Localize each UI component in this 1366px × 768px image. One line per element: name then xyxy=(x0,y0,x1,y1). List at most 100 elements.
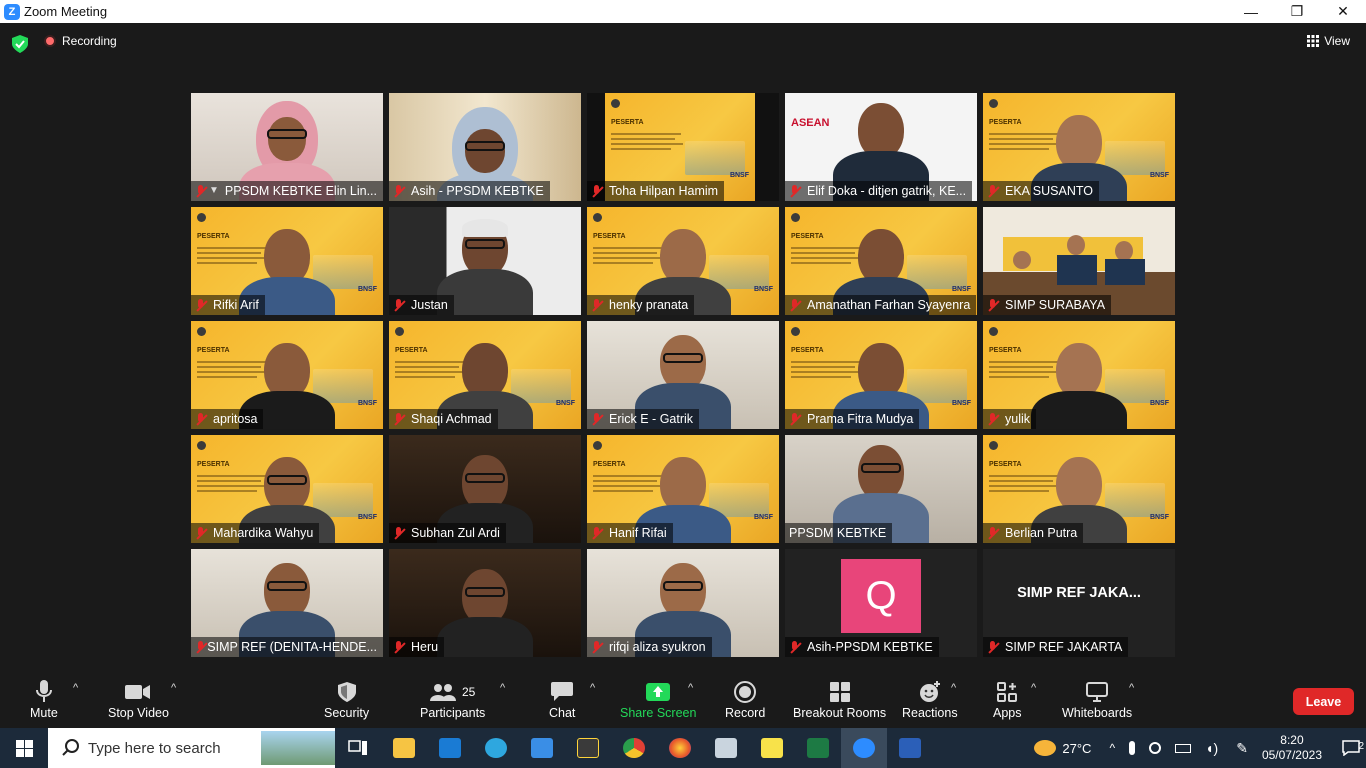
participant-tile[interactable]: PESERTA BNSF Rifki Arif xyxy=(191,207,383,315)
participant-tile[interactable]: PESERTA BNSF Shaqi Achmad xyxy=(389,321,581,429)
windows-taskbar: Type here to search 27°C ^ ◖) ✎ 8:20 05/… xyxy=(0,728,1366,768)
participant-tile[interactable]: PESERTA BNSF yulik xyxy=(983,321,1175,429)
minimize-button[interactable]: — xyxy=(1228,0,1274,23)
banner-sponsor: BNSF xyxy=(951,286,971,293)
participant-tile[interactable]: ASEAN Elif Doka - ditjen gatrik, KE... xyxy=(785,93,977,201)
stop-video-button[interactable]: Stop Video xyxy=(108,678,169,720)
participant-tile[interactable]: PESERTA BNSF Prama Fitra Mudya xyxy=(785,321,977,429)
reactions-options-caret[interactable]: ^ xyxy=(951,682,956,694)
chat-options-caret[interactable]: ^ xyxy=(590,682,595,694)
participant-name-tag: Berlian Putra xyxy=(983,523,1084,543)
participant-tile[interactable]: Q Asih-PPSDM KEBTKE xyxy=(785,549,977,657)
participant-tile[interactable]: rifqi aliza syukron xyxy=(587,549,779,657)
audio-options-caret[interactable]: ^ xyxy=(73,682,78,694)
mail-icon xyxy=(439,738,461,758)
participant-tile[interactable]: Asih - PPSDM KEBTKE xyxy=(389,93,581,201)
taskbar-search-box[interactable]: Type here to search xyxy=(48,728,335,768)
taskbar-excel[interactable] xyxy=(795,728,841,768)
tray-volume-icon[interactable]: ◖) xyxy=(1205,740,1218,756)
tray-overflow-chevron-icon[interactable]: ^ xyxy=(1109,741,1115,755)
leave-button[interactable]: Leave xyxy=(1293,688,1354,715)
participant-tile[interactable]: PESERTA BNSF EKA SUSANTO xyxy=(983,93,1175,201)
tray-pen-icon[interactable]: ✎ xyxy=(1236,740,1248,757)
video-options-caret[interactable]: ^ xyxy=(171,682,176,694)
muted-microphone-icon xyxy=(591,184,603,198)
participant-name: henky pranata xyxy=(609,298,689,312)
taskbar-edge[interactable] xyxy=(473,728,519,768)
participant-tile[interactable]: ▼ PPSDM KEBTKE Elin Lin... xyxy=(191,93,383,201)
tray-clock[interactable]: 8:20 05/07/2023 xyxy=(1262,733,1322,763)
participant-tile[interactable]: PESERTA BNSF Amanathan Farhan Syayenra xyxy=(785,207,977,315)
taskbar-app-dark[interactable] xyxy=(565,728,611,768)
excel-icon xyxy=(807,738,829,758)
participant-avatar: Q xyxy=(841,559,921,633)
participant-tile[interactable]: PPSDM KEBTKE xyxy=(785,435,977,543)
muted-microphone-icon xyxy=(195,640,204,654)
institution-logo-icon xyxy=(395,327,404,336)
taskbar-app-printer[interactable] xyxy=(703,728,749,768)
apps-options-caret[interactable]: ^ xyxy=(1031,682,1036,694)
weather-temperature[interactable]: 27°C xyxy=(1062,741,1091,756)
participants-button[interactable]: 25 Participants xyxy=(420,678,485,720)
recording-indicator[interactable]: Recording xyxy=(44,34,117,48)
participant-tile[interactable]: Erick E - Gatrik xyxy=(587,321,779,429)
taskbar-chrome[interactable] xyxy=(611,728,657,768)
banner-sponsor: BNSF xyxy=(729,172,749,179)
institution-logo-icon xyxy=(197,327,206,336)
participant-tile[interactable]: PESERTA BNSF Berlian Putra xyxy=(983,435,1175,543)
record-button[interactable]: Record xyxy=(725,678,765,720)
tray-location-icon[interactable] xyxy=(1149,742,1162,754)
encryption-shield-icon[interactable] xyxy=(12,35,28,53)
system-tray: 27°C ^ ◖) ✎ 8:20 05/07/2023 2 xyxy=(1034,728,1366,768)
mute-button[interactable]: Mute xyxy=(30,678,58,720)
close-button[interactable]: ✕ xyxy=(1320,0,1366,23)
participant-name-tag: Shaqi Achmad xyxy=(389,409,498,429)
share-options-caret[interactable]: ^ xyxy=(688,682,693,694)
banner-sponsor: BNSF xyxy=(1149,514,1169,521)
whiteboards-options-caret[interactable]: ^ xyxy=(1129,682,1134,694)
participant-tile[interactable]: PESERTA BNSF Hanif Rifai xyxy=(587,435,779,543)
start-button[interactable] xyxy=(0,728,48,768)
participant-name: Toha Hilpan Hamim xyxy=(609,184,719,198)
view-button[interactable]: View xyxy=(1307,34,1350,48)
participants-options-caret[interactable]: ^ xyxy=(500,682,505,694)
institution-logo-icon xyxy=(989,99,998,108)
taskbar-store[interactable] xyxy=(519,728,565,768)
muted-microphone-icon xyxy=(987,526,999,540)
participant-tile[interactable]: Subhan Zul Ardi xyxy=(389,435,581,543)
notifications-button[interactable]: 2 xyxy=(1336,728,1366,768)
banner-sponsor: BNSF xyxy=(753,514,773,521)
participant-tile[interactable]: PESERTA BNSF Toha Hilpan Hamim xyxy=(587,93,779,201)
apps-button[interactable]: Apps xyxy=(993,678,1022,720)
security-button[interactable]: Security xyxy=(324,678,369,720)
taskbar-zoom[interactable] xyxy=(841,728,887,768)
participant-name: Heru xyxy=(411,640,439,654)
breakout-rooms-button[interactable]: Breakout Rooms xyxy=(793,678,886,720)
taskbar-firefox[interactable] xyxy=(657,728,703,768)
participant-tile[interactable]: PESERTA BNSF Mahardika Wahyu xyxy=(191,435,383,543)
taskbar-file-explorer[interactable] xyxy=(381,728,427,768)
participant-tile[interactable]: PESERTA BNSF apritosa xyxy=(191,321,383,429)
taskbar-mail[interactable] xyxy=(427,728,473,768)
participant-tile[interactable]: SIMP REF JAKA... SIMP REF JAKARTA xyxy=(983,549,1175,657)
tray-battery-icon[interactable] xyxy=(1175,743,1192,753)
participant-name-tag: Asih - PPSDM KEBTKE xyxy=(389,181,550,201)
taskbar-sticky-notes[interactable] xyxy=(749,728,795,768)
participant-tile[interactable]: PESERTA BNSF henky pranata xyxy=(587,207,779,315)
share-screen-button[interactable]: Share Screen xyxy=(620,678,696,720)
tray-microphone-icon[interactable] xyxy=(1129,741,1136,755)
task-view-button[interactable] xyxy=(335,728,381,768)
chat-button[interactable]: Chat xyxy=(549,678,575,720)
participant-video xyxy=(1019,343,1139,429)
participant-tile[interactable]: Justan xyxy=(389,207,581,315)
participant-name-tag: Heru xyxy=(389,637,445,657)
participant-tile[interactable]: Heru xyxy=(389,549,581,657)
maximize-button[interactable]: ❐ xyxy=(1274,0,1320,23)
participant-tile[interactable]: SIMP REF (DENITA-HENDE... xyxy=(191,549,383,657)
banner-heading: PESERTA xyxy=(989,461,1022,468)
reactions-button[interactable]: Reactions xyxy=(902,678,958,720)
whiteboards-button[interactable]: Whiteboards xyxy=(1062,678,1132,720)
edge-browser-icon xyxy=(485,738,507,758)
taskbar-word[interactable] xyxy=(887,728,933,768)
participant-tile[interactable]: SIMP SURABAYA xyxy=(983,207,1175,315)
